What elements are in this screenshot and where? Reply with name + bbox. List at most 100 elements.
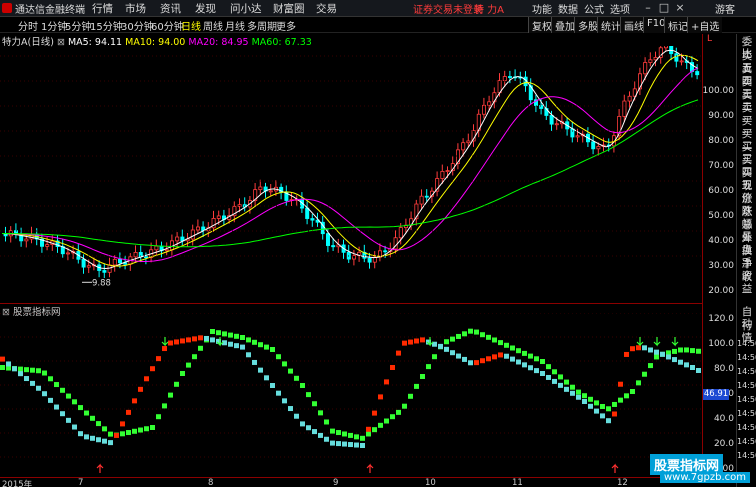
indicator-step-green (486, 334, 491, 340)
tool-add-watchlist[interactable]: +自选 (687, 17, 723, 33)
indicator-step-green (564, 379, 569, 385)
ma5-line (1, 49, 699, 270)
date-label: 8 (208, 478, 214, 487)
indicator-step-red-cyan (126, 409, 131, 415)
indicator-step-red-cyan (330, 440, 335, 446)
indicator-step-green (228, 332, 233, 338)
indicator-step-red-cyan (624, 351, 629, 357)
indicator-step-red-cyan (48, 397, 53, 403)
indicator-step-green (444, 339, 449, 345)
menu-data[interactable]: 数据 (558, 1, 578, 16)
indicator-step-green (492, 337, 497, 343)
side-time: 14:50 (737, 395, 756, 404)
candle-body (305, 207, 310, 219)
candle-body (367, 257, 372, 263)
indicator-step-red-cyan (210, 337, 215, 343)
indicator-step-red-cyan (168, 340, 173, 346)
period-daily[interactable]: 日线 (181, 18, 201, 33)
candle-body (419, 195, 424, 205)
menu-discover[interactable]: 发现 (195, 1, 216, 16)
candle-body (679, 60, 684, 63)
menu-ask[interactable]: 问小达 (230, 1, 262, 16)
candle-body (695, 71, 700, 76)
period-intraday[interactable]: 分时 (18, 18, 38, 33)
ma20-line (2, 67, 699, 262)
period-60min[interactable]: 60分钟 (151, 18, 184, 33)
menu-options[interactable]: 选项 (610, 1, 630, 16)
period-more[interactable]: 更多 (276, 18, 296, 33)
indicator-step-green (420, 374, 425, 379)
ind-tick: 20.0 (713, 439, 734, 449)
indicator-step-green (546, 364, 551, 370)
indicator-step-green (162, 403, 167, 409)
indicator-step-green (156, 414, 161, 420)
date-label: 11 (512, 478, 523, 487)
candlestick-chart[interactable]: 108.009.88 (0, 46, 702, 302)
close-icon[interactable]: × (672, 0, 688, 16)
candle-body (195, 226, 200, 231)
indicator-step-red-cyan (342, 441, 347, 447)
indicator-chart[interactable] (0, 313, 702, 477)
candle-body (118, 258, 123, 264)
indicator-step-green (72, 399, 77, 405)
indicator-step-green (300, 383, 305, 388)
menu-formula[interactable]: 公式 (584, 1, 604, 16)
indicator-step-red-cyan (108, 440, 113, 446)
candle-body (45, 244, 50, 247)
indicator-step-green (402, 403, 407, 409)
side-time: 14:50 (737, 451, 756, 460)
menu-wealth[interactable]: 财富圈 (273, 1, 305, 16)
menu-market-quotes[interactable]: 行情 (92, 1, 113, 16)
indicator-step-green (696, 348, 701, 354)
date-label: 2015年 (2, 480, 33, 487)
indicator-step-green (246, 337, 251, 343)
period-30min[interactable]: 30分钟 (121, 18, 154, 33)
indicator-step-green (342, 431, 347, 437)
indicator-step-red-cyan (24, 376, 29, 382)
period-5min[interactable]: 5分钟 (65, 18, 91, 33)
menu-news[interactable]: 资讯 (160, 1, 181, 16)
period-weekly[interactable]: 周线 (203, 18, 223, 33)
indicator-step-red-cyan (504, 353, 509, 359)
menu-functions[interactable]: 功能 (532, 1, 552, 16)
buy-arrow-icon (96, 463, 104, 473)
maximize-icon[interactable]: □ (656, 0, 672, 16)
menu-market[interactable]: 市场 (125, 1, 146, 16)
indicator-step-red-cyan (234, 343, 239, 349)
candle-body (154, 245, 159, 251)
indicator-step-red-cyan (18, 371, 23, 377)
date-label: 7 (78, 478, 84, 487)
guest-label[interactable]: 游客 (715, 1, 735, 16)
indicator-step-green (210, 329, 215, 334)
period-multi[interactable]: 多周期 (247, 18, 277, 33)
indicator-step-green (498, 340, 503, 346)
indicator-step-red-cyan (462, 356, 467, 362)
candle-body (643, 62, 648, 75)
period-15min[interactable]: 15分钟 (90, 18, 123, 33)
indicator-step-red-cyan (102, 438, 107, 444)
indicator-step-green (306, 392, 311, 398)
indicator-step-red-cyan (120, 421, 125, 427)
minimize-icon[interactable]: – (640, 0, 656, 16)
indicator-step-green (648, 363, 653, 369)
period-1min[interactable]: 1分钟 (41, 18, 67, 33)
indicator-step-red-cyan (150, 366, 155, 372)
indicator-step-green (270, 347, 275, 352)
period-monthly[interactable]: 月线 (225, 18, 245, 33)
candle-body (440, 171, 445, 179)
indicator-step-red-cyan (474, 360, 479, 366)
axis-label-l: L (707, 34, 713, 44)
indicator-step-red-cyan (390, 365, 395, 370)
indicator-step-green (462, 331, 467, 337)
indicator-step-red-cyan (360, 443, 365, 448)
side-time: 14:50 (737, 423, 756, 432)
candle-body (216, 215, 221, 219)
indicator-step-red-cyan (90, 435, 95, 441)
menu-trade[interactable]: 交易 (316, 1, 337, 16)
indicator-step-green (534, 356, 539, 362)
indicator-step-red-cyan (546, 374, 551, 380)
indicator-step-green (150, 425, 155, 430)
candle-body (175, 236, 180, 242)
indicator-step-red-cyan (414, 338, 419, 344)
login-warning[interactable]: 证券交易未登录 (413, 1, 483, 16)
